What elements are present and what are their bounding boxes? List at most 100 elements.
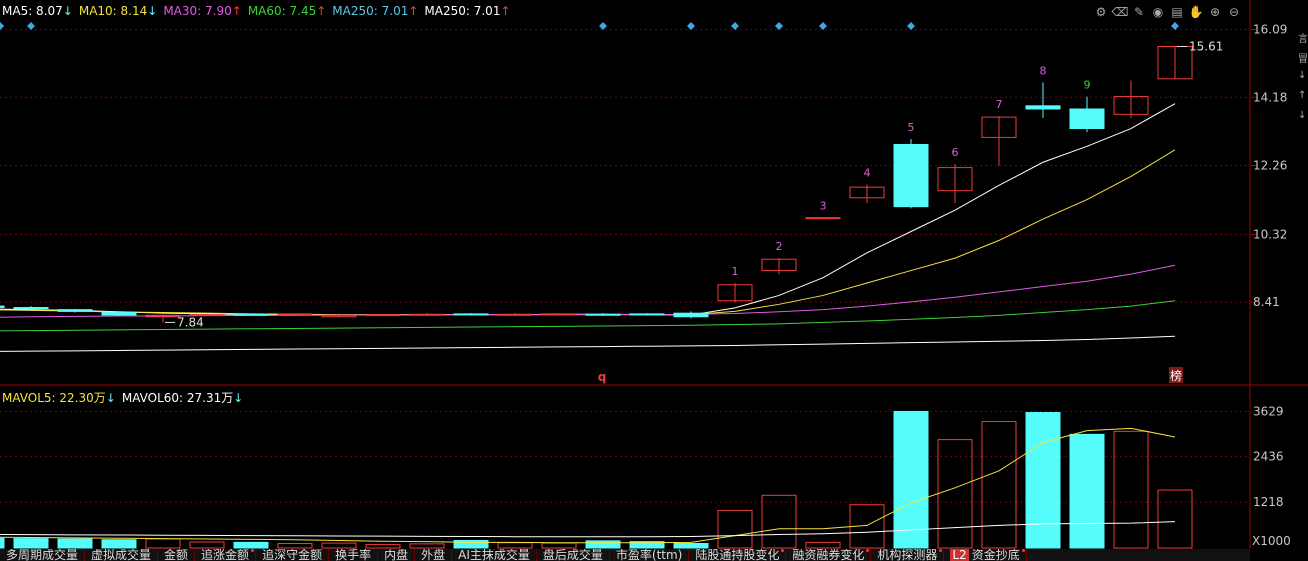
indicator-tab-label: 追涨金额	[201, 549, 250, 561]
ma-legend-arrow: ↑	[408, 4, 419, 18]
volume-legend: MAVOL5: 22.30万↓ MAVOL60: 27.31万↓	[2, 389, 249, 406]
ma-legend-arrow: ↑	[500, 4, 511, 18]
ma-line-ma30	[0, 264, 1176, 321]
indicator-tab[interactable]: 盘后成交量	[537, 549, 610, 561]
indicator-tab[interactable]: 机构探测器	[871, 549, 945, 561]
notify-dot	[866, 549, 870, 552]
indicator-tab-label: 市盈率(ttm)	[615, 549, 683, 561]
sequence-number-label: 6	[952, 146, 959, 159]
max-price-label: 15.61	[1189, 40, 1223, 54]
ma-line-ma10	[0, 149, 1176, 316]
volume-bar	[981, 421, 1017, 549]
side-glyph[interactable]: ↓	[1298, 110, 1308, 130]
indicator-tab[interactable]: L2 资金抄底	[944, 549, 1027, 561]
edit-icon[interactable]: ✎	[1131, 4, 1147, 20]
side-glyph[interactable]: 冒	[1298, 50, 1308, 70]
indicator-tab[interactable]: 多周期成交量	[0, 549, 86, 561]
volume-bar	[189, 541, 225, 549]
candle-body	[673, 312, 709, 318]
vol-ma-line-mavol60	[0, 521, 1176, 538]
candle-body	[1025, 105, 1061, 110]
sequence-number-label: 9	[1084, 79, 1091, 92]
volume-bar	[0, 537, 5, 549]
candle-body	[805, 217, 841, 220]
candle-body	[497, 313, 533, 316]
volume-tick-label: 2436	[1253, 449, 1284, 463]
ma-legend-item: MA30: 7.90	[163, 4, 232, 18]
candlestick-chart[interactable]: 16.0914.1812.2610.328.41362924361218X100…	[0, 0, 1308, 561]
indicator-tab[interactable]: 金额	[158, 549, 196, 561]
signal-diamond-marker	[27, 22, 35, 30]
vol-legend-arrow: ↓	[233, 391, 244, 405]
candle-body	[541, 313, 577, 316]
volume-bar	[893, 410, 929, 549]
sequence-number-label: 4	[864, 167, 871, 180]
indicator-tab[interactable]: 陆股通持股变化	[689, 549, 787, 561]
min-price-label: 7.84	[177, 315, 204, 329]
indicator-tab[interactable]: 虚拟成交量	[85, 549, 159, 561]
sequence-number-label: 1	[732, 265, 739, 278]
volume-tick-label: 3629	[1253, 404, 1284, 418]
ma-legend-item: MA250: 7.01	[424, 4, 501, 18]
ma-legend-arrow: ↑	[231, 4, 242, 18]
volume-bar	[277, 542, 313, 549]
volume-bar	[1025, 412, 1061, 549]
signal-diamond-marker	[599, 22, 607, 30]
side-glyph[interactable]: ↓	[1298, 70, 1308, 90]
price-tick-label: 14.18	[1253, 90, 1287, 104]
indicator-tab-label: 机构探测器	[877, 549, 938, 561]
indicator-tab[interactable]: 内盘	[378, 549, 416, 561]
volume-bar	[321, 542, 357, 549]
indicator-tab[interactable]: AI主抹成交量	[452, 549, 537, 561]
indicator-tab[interactable]: 追涨金额	[195, 549, 257, 561]
sequence-number-label: 8	[1040, 64, 1047, 77]
candle-body	[453, 313, 489, 316]
indicator-tab[interactable]: 融资融券变化	[786, 549, 872, 561]
volume-bar	[717, 509, 753, 549]
indicator-tab[interactable]: 外盘	[415, 549, 453, 561]
indicator-tab-label: AI主抹成交量	[458, 549, 530, 561]
candle-body	[893, 144, 929, 208]
indicator-tab[interactable]: 换手率	[329, 549, 379, 561]
indicator-tab-label: 多周期成交量	[6, 549, 79, 561]
ma-legend-item: MA250: 7.01	[332, 4, 409, 18]
signal-diamond-marker	[907, 22, 915, 30]
chart-toolbar: ⚙ ⌫ ✎ ◉ ▤ ✋ ⊕ ⊖	[1093, 4, 1242, 22]
volume-bar	[541, 542, 577, 549]
volume-bar	[1157, 489, 1193, 549]
signal-diamond-marker	[819, 22, 827, 30]
print-icon[interactable]: ▤	[1169, 4, 1185, 20]
zoom-out-icon[interactable]: ⊖	[1226, 4, 1242, 20]
indicator-tab-label: 陆股通持股变化	[695, 549, 780, 561]
volume-bar	[57, 538, 93, 549]
sequence-number-label: 3	[820, 199, 827, 212]
eraser-icon[interactable]: ⌫	[1112, 4, 1129, 20]
indicator-tab[interactable]: 追深守金额	[256, 549, 330, 561]
vol-legend-arrow: ↓	[105, 391, 116, 405]
volume-bar	[585, 540, 621, 549]
signal-diamond-marker	[687, 22, 695, 30]
volume-bar	[233, 541, 269, 549]
ma-legend-item: MA60: 7.45	[247, 4, 317, 18]
volume-bar	[761, 494, 797, 549]
stock-chart-window: 16.09 14.18 12.26 10.32 8.41 3629 2436 1218 X100…	[0, 0, 1308, 561]
event-marker-q: q	[598, 370, 607, 384]
volume-bar	[805, 541, 841, 549]
hand-icon[interactable]: ✋	[1188, 4, 1204, 20]
vol-legend-item: MAVOL5: 22.30万	[2, 391, 106, 405]
signal-diamond-marker	[1171, 22, 1179, 30]
settings-icon[interactable]: ⚙	[1093, 4, 1109, 20]
volume-bar	[1069, 433, 1105, 549]
eye-icon[interactable]: ◉	[1150, 4, 1166, 20]
volume-bar	[673, 542, 709, 549]
side-glyph[interactable]: 言	[1298, 30, 1308, 50]
candle-body	[13, 307, 49, 310]
indicator-tab[interactable]: 市盈率(ttm)	[610, 549, 690, 561]
volume-tick-label: 1218	[1253, 495, 1284, 509]
zoom-in-icon[interactable]: ⊕	[1207, 4, 1223, 20]
right-side-strip: 言冒 ↓ ↑ ↓	[1298, 30, 1308, 380]
candle-body	[409, 313, 445, 316]
volume-bar	[409, 543, 445, 549]
sequence-number-label: 2	[776, 240, 783, 253]
side-glyph[interactable]: ↑	[1298, 90, 1308, 110]
